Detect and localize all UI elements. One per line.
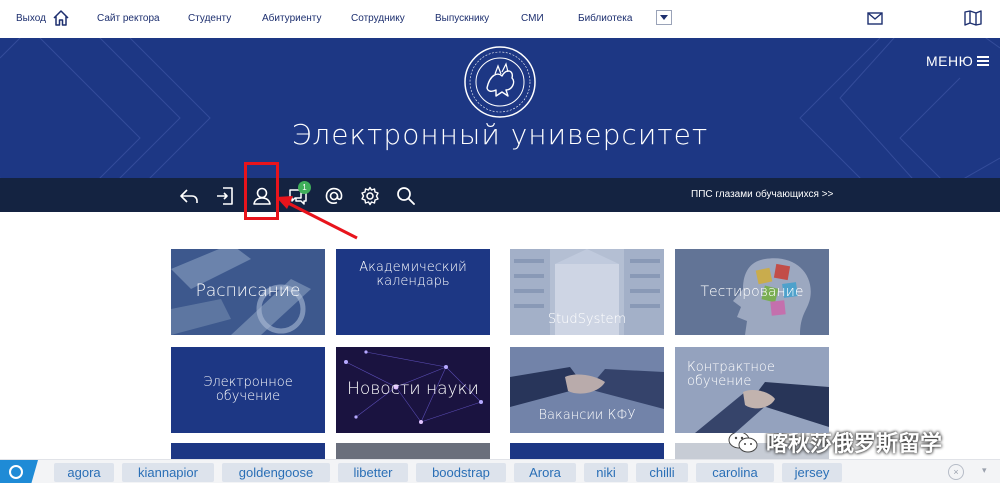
suggestion-chip[interactable]: libetter (338, 463, 408, 482)
tile-schedule[interactable]: Расписание (171, 249, 325, 335)
suggestion-bar: agora kiannapior goldengoose libetter bo… (0, 459, 1000, 483)
gear-icon (361, 186, 379, 206)
tile-label: Вакансии КФУ (538, 408, 636, 424)
tile-contract-education[interactable]: Контрактное обучение (675, 347, 829, 433)
search-button[interactable] (396, 186, 416, 206)
home-icon[interactable] (52, 9, 70, 27)
login-button[interactable] (215, 186, 235, 206)
tile-label: Расписание (195, 281, 301, 302)
suggestion-chip[interactable]: Arora (514, 463, 576, 482)
tile-partial[interactable] (510, 443, 664, 459)
settings-button[interactable] (360, 186, 380, 206)
tile-e-learning[interactable]: Электронное обучение (171, 347, 325, 433)
chevron-down-icon (660, 15, 668, 20)
nav-link-library[interactable]: Библиотека (578, 13, 632, 24)
suggestion-chip[interactable]: chilli (636, 463, 688, 482)
nav-link-graduate[interactable]: Выпускнику (435, 13, 489, 24)
close-icon[interactable]: × (948, 464, 964, 480)
tile-partial[interactable] (171, 443, 325, 459)
suggestion-chip[interactable]: boodstrap (416, 463, 506, 482)
page: Выход Сайт ректора Студенту Абитуриенту … (0, 0, 1000, 483)
nav-link-student[interactable]: Студенту (188, 13, 231, 24)
suggestion-chip[interactable]: kiannapior (122, 463, 214, 482)
nav-link-rector-site[interactable]: Сайт ректора (97, 13, 160, 24)
tile-label: Электронное обучение (203, 375, 293, 404)
tile-science-news[interactable]: Новости науки (336, 347, 490, 433)
tile-partial[interactable] (336, 443, 490, 459)
suggestion-chip[interactable]: goldengoose (222, 463, 330, 482)
search-icon (397, 187, 415, 205)
login-icon (217, 187, 233, 205)
suggestion-chip[interactable]: carolina (696, 463, 774, 482)
back-button[interactable] (179, 186, 199, 206)
mail-icon[interactable] (867, 12, 883, 25)
tile-label: Новости науки (347, 379, 479, 400)
at-sign-icon (325, 187, 343, 204)
search-suggest-button[interactable] (0, 460, 38, 483)
tile-vacancies[interactable]: Вакансии КФУ (510, 347, 664, 433)
hero-title: Электронный университет (291, 118, 709, 151)
nav-link-applicant[interactable]: Абитуриенту (262, 13, 322, 24)
tile-studsystem[interactable]: StudSystem (510, 249, 664, 335)
hamburger-icon (977, 56, 990, 66)
suggestion-chip[interactable]: agora (54, 463, 114, 482)
nav-link-employee[interactable]: Сотруднику (351, 13, 405, 24)
exit-link[interactable]: Выход (16, 13, 46, 24)
scroll-indicator-icon[interactable]: ▾ (982, 465, 992, 479)
tile-label: Контрактное обучение (687, 360, 775, 389)
menu-button[interactable]: МЕНЮ (926, 53, 990, 69)
hero-banner: Электронный университет МЕНЮ (0, 38, 1000, 178)
menu-label: МЕНЮ (926, 53, 974, 69)
highlight-box (244, 162, 279, 220)
tile-academic-calendar[interactable]: Академический календарь (336, 249, 490, 335)
messages-badge: 1 (298, 181, 311, 194)
top-navigation: Выход Сайт ректора Студенту Абитуриенту … (0, 0, 1000, 38)
tile-label: Тестирование (700, 283, 804, 300)
map-icon[interactable] (964, 10, 982, 26)
email-button[interactable] (324, 186, 344, 206)
tile-label: StudSystem (547, 312, 627, 328)
tile-label: Академический календарь (359, 260, 467, 289)
nav-link-media[interactable]: СМИ (521, 13, 544, 24)
pps-survey-link[interactable]: ППС глазами обучающихся >> (691, 189, 833, 200)
suggestion-chip[interactable]: jersey (782, 463, 842, 482)
university-logo (464, 46, 536, 118)
wechat-icon (728, 431, 758, 453)
user-toolbar: 1 ППС глазами обучающихся >> (0, 178, 1000, 212)
tile-testing[interactable]: Тестирование (675, 249, 829, 335)
reply-arrow-icon (180, 189, 198, 203)
more-dropdown-button[interactable] (656, 10, 672, 25)
suggestion-chip[interactable]: niki (584, 463, 628, 482)
circle-search-icon (9, 465, 23, 479)
